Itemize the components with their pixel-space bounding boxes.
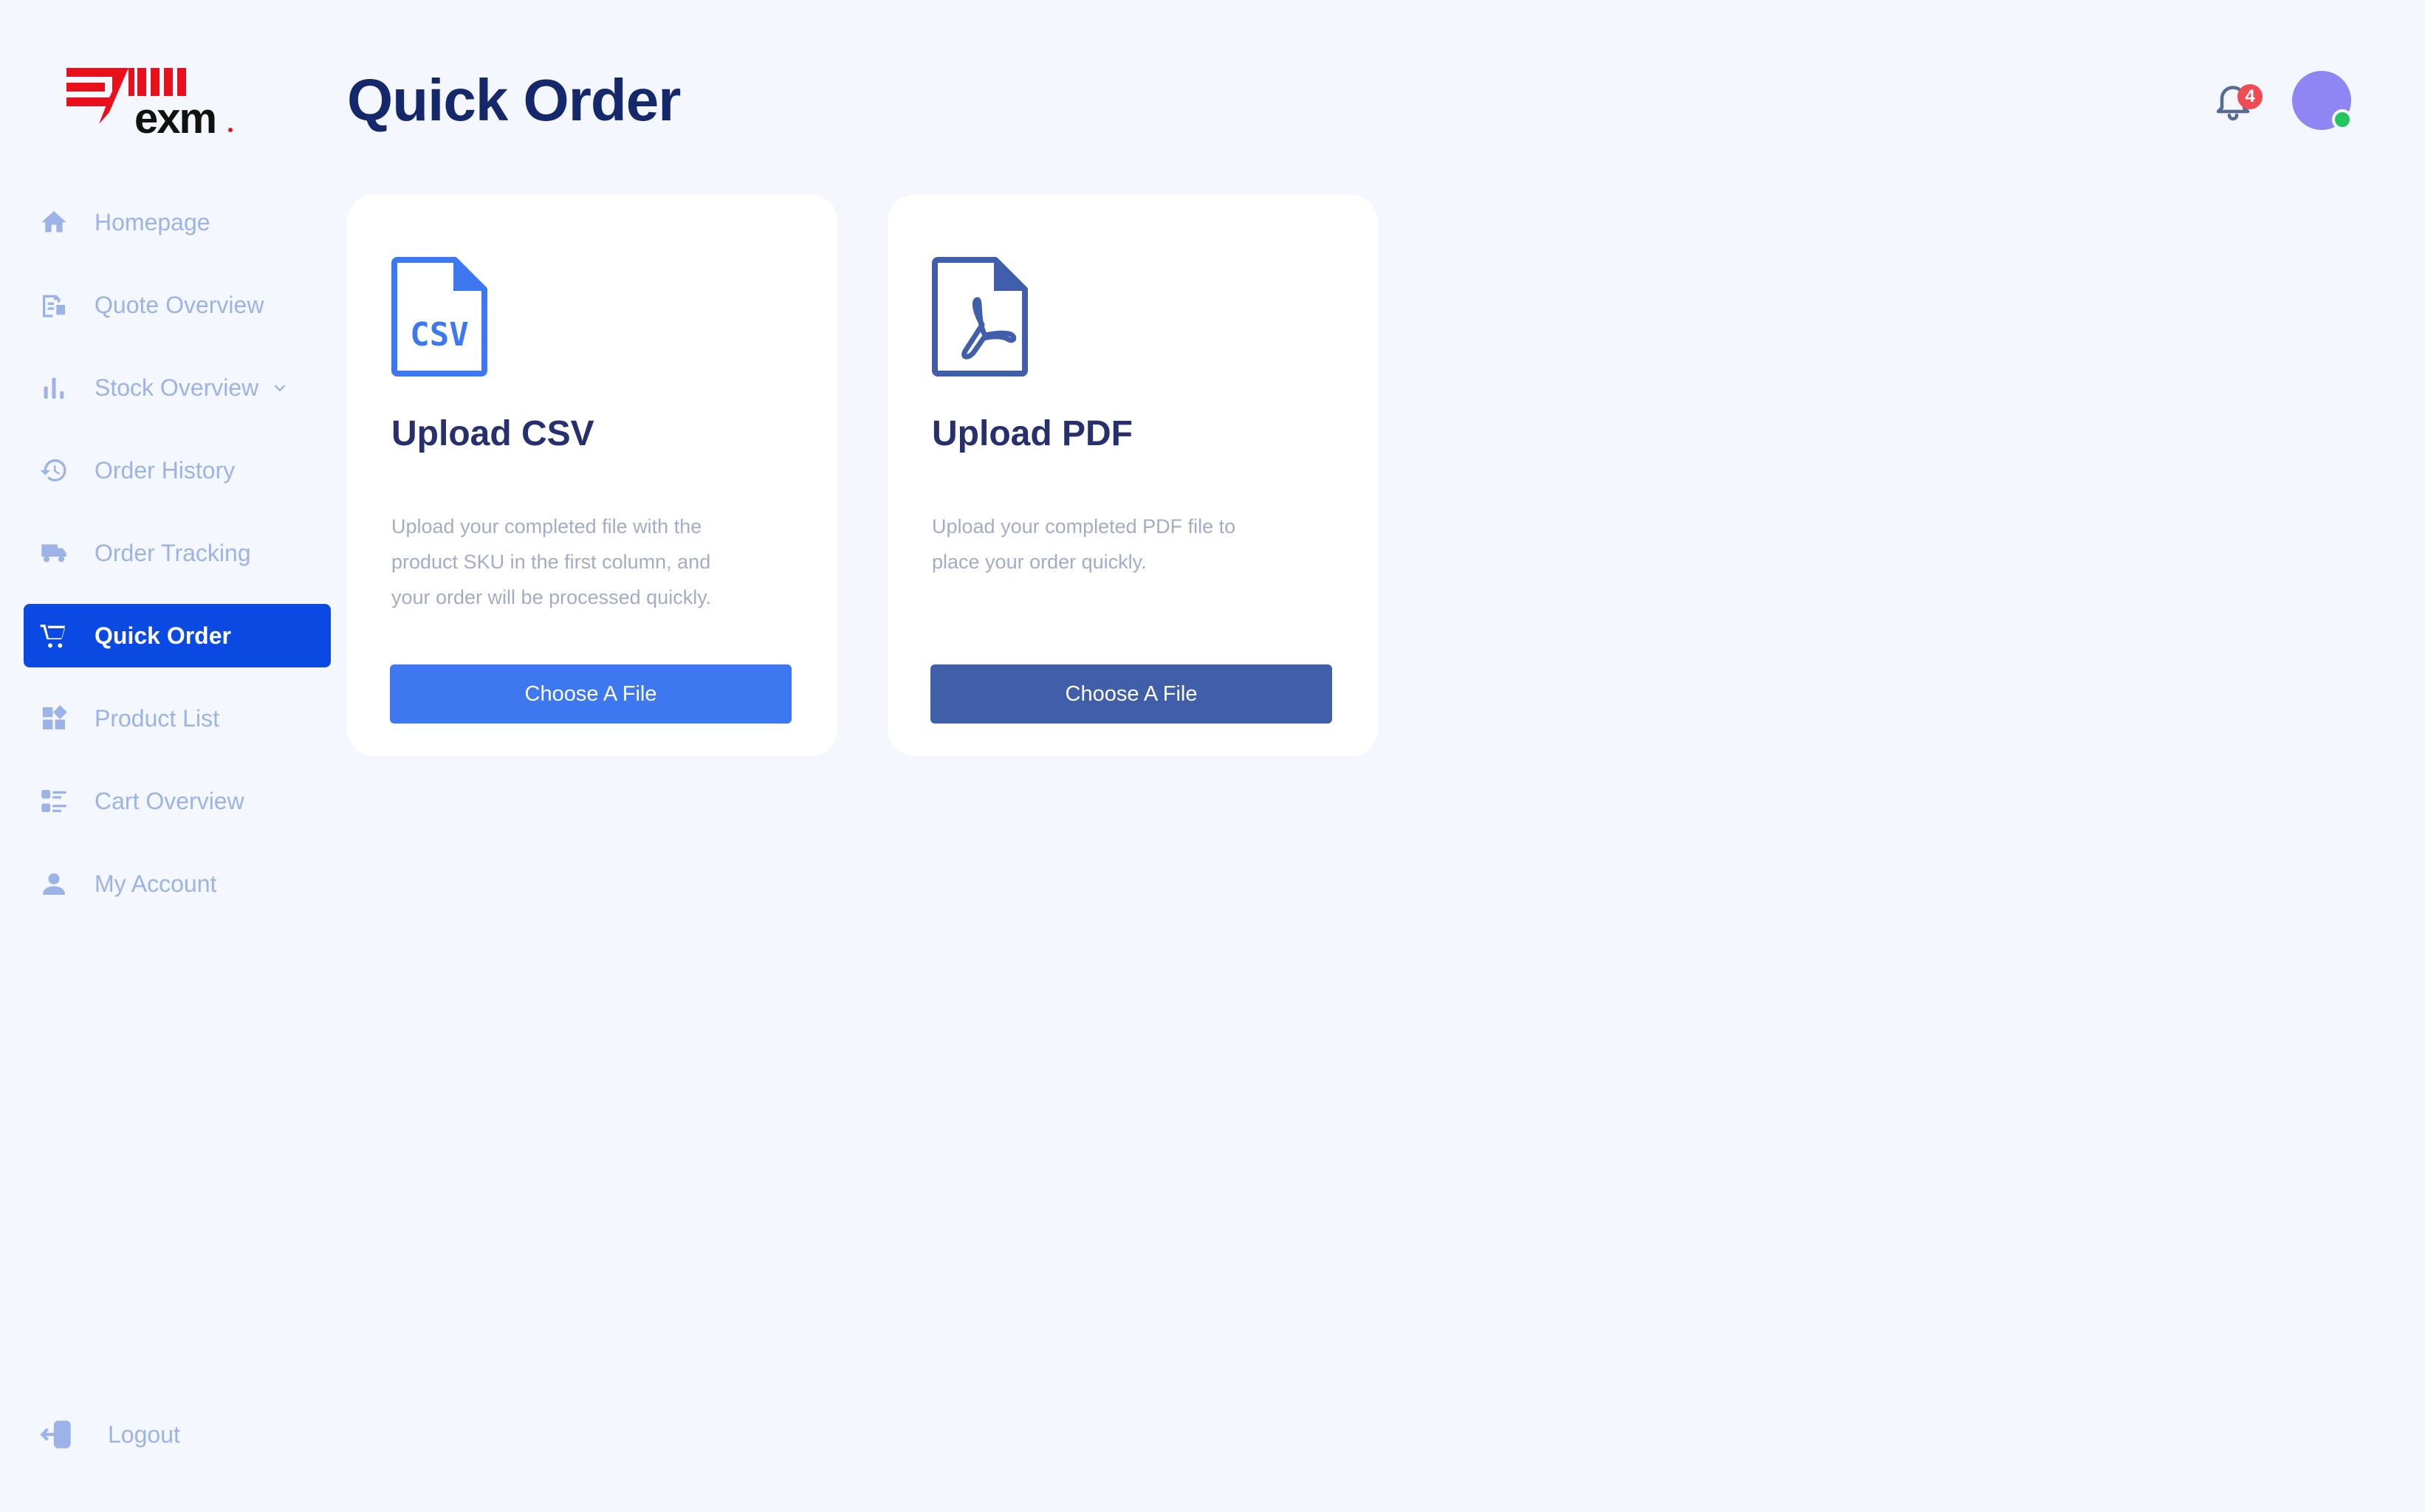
csv-icon-label: CSV [410, 316, 468, 354]
page-title: Quick Order [347, 67, 681, 133]
pdf-file-icon [932, 257, 1028, 377]
person-icon [38, 868, 69, 899]
notification-button[interactable]: 4 [2211, 78, 2263, 123]
sidebar-item-my-account[interactable]: My Account [24, 852, 331, 915]
dashboard-icon [38, 703, 69, 734]
card-title: Upload CSV [391, 414, 594, 453]
sidebar-item-quick-order[interactable]: Quick Order [24, 604, 331, 667]
sidebar-item-label: Stock Overview [95, 374, 259, 401]
sidebar-item-label: Cart Overview [95, 787, 244, 814]
sidebar-item-order-tracking[interactable]: Order Tracking [24, 521, 331, 585]
sidebar-item-product-list[interactable]: Product List [24, 687, 331, 750]
truck-icon [38, 537, 69, 568]
home-icon [38, 207, 69, 238]
logout-icon [40, 1420, 71, 1449]
chevron-down-icon[interactable] [272, 379, 288, 396]
logo-wordmark: exm [134, 94, 216, 136]
sidebar-item-cart-overview[interactable]: Cart Overview [24, 769, 331, 833]
sidebar-item-label: Quick Order [95, 622, 231, 649]
card-description: Upload your completed PDF file to place … [932, 515, 1236, 573]
list-icon [38, 786, 69, 817]
sidebar-item-label: Product List [95, 704, 219, 732]
cart-icon [38, 620, 69, 651]
csv-file-icon: CSV [391, 257, 487, 377]
card-description: Upload your completed file with the prod… [391, 515, 712, 608]
sidebar-item-homepage[interactable]: Homepage [24, 190, 331, 254]
quote-icon [38, 289, 69, 320]
exm-logo[interactable]: exm [66, 68, 236, 142]
topbar-actions: 4 [2211, 71, 2353, 130]
upload-pdf-card: Upload PDF Upload your completed PDF fil… [888, 195, 1378, 756]
sidebar-nav: Homepage Quote Overview Stock Overview O… [24, 190, 331, 935]
avatar[interactable] [2292, 71, 2353, 130]
sidebar-item-label: Homepage [95, 208, 210, 236]
sidebar-item-label: Order History [95, 456, 236, 484]
sidebar-item-label: Order Tracking [95, 539, 251, 566]
sidebar-item-order-history[interactable]: Order History [24, 439, 331, 502]
choose-pdf-file-button[interactable]: Choose A File [930, 664, 1332, 724]
sidebar-item-stock-overview[interactable]: Stock Overview [24, 356, 331, 419]
notification-badge: 4 [2237, 84, 2263, 109]
logout-label: Logout [108, 1420, 180, 1448]
logout-button[interactable]: Logout [38, 1416, 180, 1453]
card-title: Upload PDF [932, 414, 1133, 453]
sidebar-item-label: Quote Overview [95, 291, 264, 318]
history-icon [38, 455, 69, 486]
choose-csv-file-button[interactable]: Choose A File [390, 664, 792, 724]
sidebar-item-label: My Account [95, 870, 217, 897]
sidebar-item-quote-overview[interactable]: Quote Overview [24, 273, 331, 337]
bar-chart-icon [38, 372, 69, 403]
online-status-dot [2332, 109, 2353, 130]
upload-csv-card: CSV Upload CSV Upload your completed fil… [347, 195, 837, 756]
